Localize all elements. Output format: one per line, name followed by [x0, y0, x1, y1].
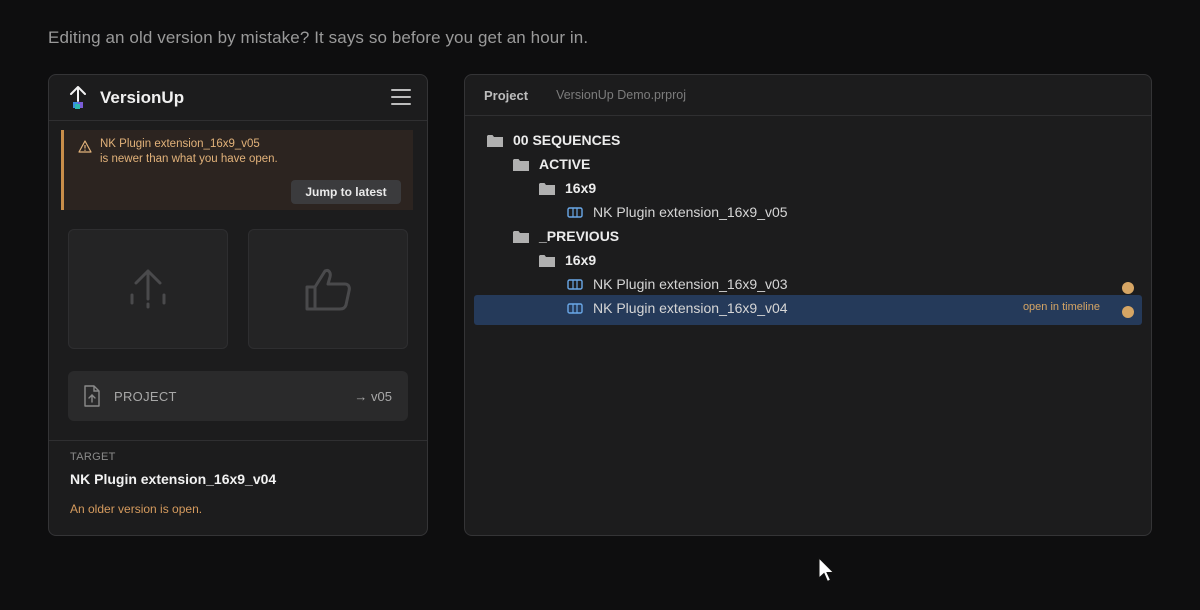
mouse-cursor-icon: [818, 557, 835, 583]
tree-item-label: 00 SEQUENCES: [513, 132, 621, 148]
folder-icon: [513, 158, 529, 171]
tree-sequence-v03[interactable]: NK Plugin extension_16x9_v03: [567, 272, 788, 296]
newer-version-warning: NK Plugin extension_16x9_v05 is newer th…: [61, 130, 413, 210]
versionup-panel: VersionUp NK Plugin extension_16x9_v05 i…: [48, 74, 428, 536]
hamburger-menu-icon[interactable]: [391, 89, 411, 105]
project-panel-title[interactable]: Project: [484, 88, 528, 103]
tree-item-label: _PREVIOUS: [539, 228, 620, 244]
warning-version-name: NK Plugin extension_16x9_v05: [100, 138, 260, 150]
project-panel: Project VersionUp Demo.prproj 00 SEQUENC…: [464, 74, 1152, 536]
target-label: TARGET: [70, 451, 116, 463]
tree-sequence-v04[interactable]: NK Plugin extension_16x9_v04: [567, 296, 788, 320]
jump-to-latest-button[interactable]: Jump to latest: [291, 180, 401, 204]
version-up-tile[interactable]: [68, 229, 228, 349]
sequence-icon: [567, 302, 583, 314]
tree-item-label: NK Plugin extension_16x9_v04: [593, 300, 788, 316]
panel-header: VersionUp: [49, 75, 427, 121]
folder-icon: [539, 182, 555, 195]
tree-folder-active[interactable]: ACTIVE: [513, 152, 590, 176]
project-file-name: VersionUp Demo.prproj: [556, 88, 686, 102]
tree-folder-16x9-active[interactable]: 16x9: [539, 176, 596, 200]
target-status-message: An older version is open.: [70, 502, 203, 516]
open-in-timeline-label: open in timeline: [1022, 301, 1100, 313]
tree-item-label: NK Plugin extension_16x9_v03: [593, 276, 788, 292]
tree-folder-16x9-previous[interactable]: 16x9: [539, 248, 596, 272]
status-dot: [1122, 306, 1134, 318]
sequence-icon: [567, 206, 583, 218]
tree-item-label: 16x9: [565, 252, 597, 268]
tree-sequence-v05[interactable]: NK Plugin extension_16x9_v05: [567, 200, 788, 224]
project-version-row[interactable]: PROJECT → v05: [68, 371, 408, 421]
warning-message: is newer than what you have open.: [100, 153, 278, 165]
warning-triangle-icon: [78, 140, 92, 153]
project-label: PROJECT: [114, 388, 177, 404]
tree-item-label: NK Plugin extension_16x9_v05: [593, 204, 788, 220]
approve-tile[interactable]: [248, 229, 408, 349]
versionup-logo-icon: [70, 85, 86, 109]
target-sequence-name: NK Plugin extension_16x9_v04: [70, 471, 277, 487]
divider: [49, 440, 427, 441]
project-panel-header: Project VersionUp Demo.prproj: [465, 75, 1151, 116]
thumbs-up-icon: [305, 269, 351, 311]
status-dot: [1122, 282, 1134, 294]
sequence-icon: [567, 278, 583, 290]
upload-arrow-icon: [130, 269, 166, 309]
project-file-icon: [84, 385, 100, 407]
tree-folder-00-sequences[interactable]: 00 SEQUENCES: [487, 128, 620, 152]
folder-icon: [539, 254, 555, 267]
folder-icon: [487, 134, 503, 147]
tree-item-label: 16x9: [565, 180, 597, 196]
page-caption: Editing an old version by mistake? It sa…: [48, 28, 589, 47]
folder-icon: [513, 230, 529, 243]
app-title: VersionUp: [100, 87, 185, 107]
tree-item-label: ACTIVE: [539, 156, 591, 172]
tree-folder-previous[interactable]: _PREVIOUS: [513, 224, 619, 248]
project-target-version: → v05: [354, 388, 392, 404]
